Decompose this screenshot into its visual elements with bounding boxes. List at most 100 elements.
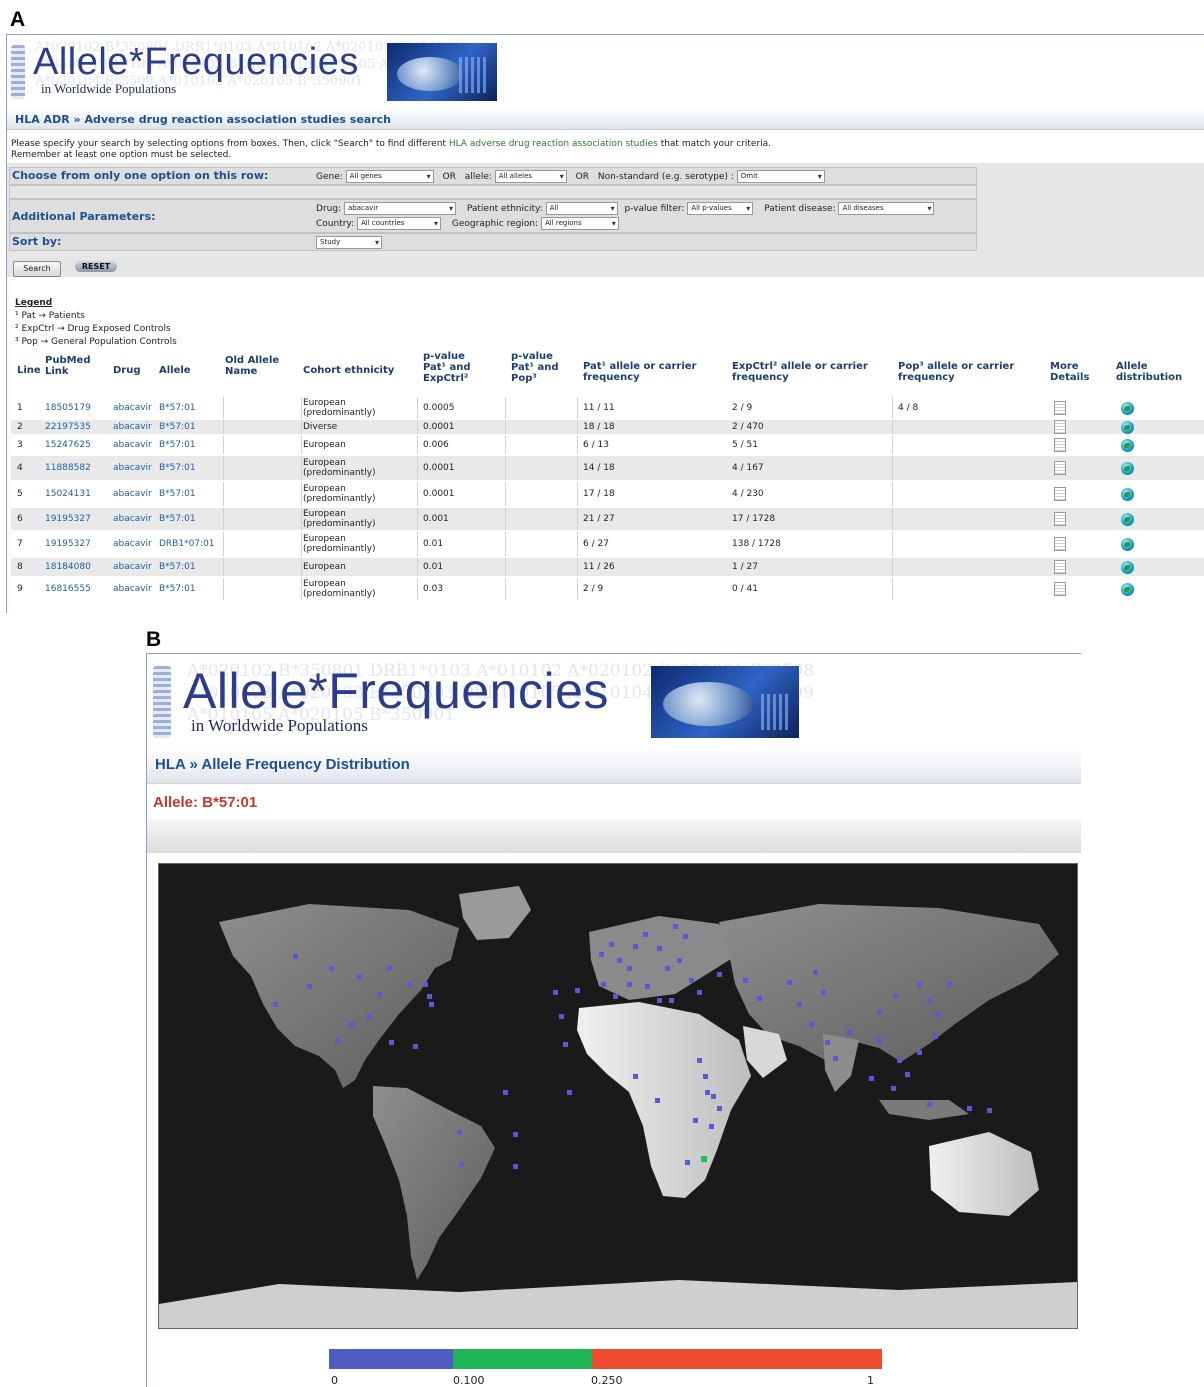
cell-drug[interactable]: abacavir <box>113 508 159 530</box>
cell-drug[interactable]: abacavir <box>113 482 159 506</box>
drug-select[interactable]: abacavir <box>343 202 456 215</box>
cell-allele[interactable]: DRB1*07:01 <box>159 532 225 556</box>
cell-pubmed[interactable]: 19195327 <box>45 532 111 556</box>
cell-allele[interactable]: B*57:01 <box>159 508 225 530</box>
cell-pubmed[interactable]: 19195327 <box>45 508 111 530</box>
more-details-button[interactable] <box>1054 456 1066 480</box>
ethnicity-select[interactable]: All <box>545 202 618 215</box>
cell-allele[interactable]: B*57:01 <box>159 397 225 419</box>
cell-allele[interactable]: B*57:01 <box>159 482 225 506</box>
more-details-button[interactable] <box>1054 482 1066 506</box>
allele-distribution-button[interactable] <box>1121 508 1134 530</box>
form-row-one-option: Choose from only one option on this row:… <box>9 167 977 185</box>
frequency-marker <box>407 982 412 987</box>
cell-patf: 6 / 13 <box>583 440 609 450</box>
disease-label: Patient disease: <box>764 204 836 214</box>
frequency-marker <box>633 944 638 949</box>
cell-pubmed[interactable]: 11888582 <box>45 456 111 480</box>
frequency-marker <box>869 1076 874 1081</box>
site-logo-title[interactable]: Allele*Frequencies <box>183 662 609 720</box>
frequency-marker <box>705 1090 710 1095</box>
cell-allele[interactable]: B*57:01 <box>159 436 225 454</box>
pvalue-select[interactable]: All p-values <box>687 202 754 215</box>
allele-distribution-button[interactable] <box>1121 456 1134 480</box>
region-select[interactable]: All regions <box>540 217 619 230</box>
table-row: 2 22197535 abacavir B*57:01 Diverse 0.0001 18 … <box>11 420 1204 434</box>
country-select[interactable]: All countries <box>357 217 442 230</box>
cell-pv1: 0.01 <box>423 562 444 572</box>
gene-select[interactable]: All genes <box>345 170 434 183</box>
frequency-marker <box>917 1050 922 1055</box>
frequency-marker <box>685 1160 690 1165</box>
search-button[interactable]: Search <box>13 261 61 277</box>
cell-pubmed[interactable]: 15024131 <box>45 482 111 506</box>
allele-distribution-button[interactable] <box>1121 558 1134 576</box>
cell-allele[interactable]: B*57:01 <box>159 420 225 434</box>
sort-by-label: Sort by: <box>12 235 62 248</box>
allele-distribution-button[interactable] <box>1121 482 1134 506</box>
more-details-button[interactable] <box>1054 508 1066 530</box>
table-row: 9 16816555 abacavir B*57:01 European (predom… <box>11 578 1204 600</box>
cell-drug[interactable]: abacavir <box>113 578 159 600</box>
cell-pubmed[interactable]: 22197535 <box>45 420 111 434</box>
world-distribution-map[interactable] <box>158 863 1078 1329</box>
frequency-marker <box>717 972 722 977</box>
cell-drug[interactable]: abacavir <box>113 420 159 434</box>
frequency-marker <box>697 1058 702 1063</box>
cell-drug[interactable]: abacavir <box>113 456 159 480</box>
more-details-button[interactable] <box>1054 436 1066 454</box>
allele-distribution-button[interactable] <box>1121 397 1134 419</box>
instructions-note: Remember at least one option must be sel… <box>11 150 232 160</box>
cell-drug[interactable]: abacavir <box>113 532 159 556</box>
breadcrumb[interactable]: HLA » Allele Frequency Distribution <box>155 756 410 773</box>
reset-button[interactable]: RESET <box>75 261 117 272</box>
more-details-button[interactable] <box>1054 532 1066 556</box>
cell-expf: 0 / 41 <box>732 584 758 594</box>
cell-cohort: European <box>303 562 346 572</box>
dna-helix-icon <box>153 666 171 738</box>
cell-popf <box>898 578 1048 600</box>
more-details-button[interactable] <box>1054 578 1066 600</box>
cell-pv1: 0.01 <box>423 539 444 549</box>
frequency-marker <box>927 1102 932 1107</box>
cell-pv1: 0.006 <box>423 440 449 450</box>
frequency-marker <box>617 958 622 963</box>
cell-allele[interactable]: B*57:01 <box>159 456 225 480</box>
cell-allele[interactable]: B*57:01 <box>159 558 225 576</box>
allele-distribution-button[interactable] <box>1121 532 1134 556</box>
sort-select[interactable]: Study <box>316 236 382 249</box>
frequency-marker <box>693 1118 698 1123</box>
cell-pubmed[interactable]: 16816555 <box>45 578 111 600</box>
pvalue-label: p-value filter: <box>624 204 685 214</box>
allele-distribution-button[interactable] <box>1121 436 1134 454</box>
world-map-svg <box>159 886 1077 1328</box>
cell-pubmed[interactable]: 18505179 <box>45 397 111 419</box>
cell-drug[interactable]: abacavir <box>113 397 159 419</box>
indonesia-shape <box>879 1100 969 1120</box>
site-logo-title[interactable]: Allele*Frequencies <box>33 41 359 84</box>
dna-helix-icon <box>11 45 25 99</box>
more-details-button[interactable] <box>1054 558 1066 576</box>
form-row-spacer <box>9 185 977 199</box>
frequency-marker <box>377 992 382 997</box>
cell-pubmed[interactable]: 18184080 <box>45 558 111 576</box>
nonstandard-select[interactable]: Omit <box>736 170 825 183</box>
cell-allele[interactable]: B*57:01 <box>159 578 225 600</box>
frequency-marker <box>349 1022 354 1027</box>
allele-distribution-button[interactable] <box>1121 578 1134 600</box>
cell-pv1: 0.0005 <box>423 403 455 413</box>
more-details-button[interactable] <box>1054 397 1066 419</box>
allele-select[interactable]: All alleles <box>494 170 567 183</box>
more-details-button[interactable] <box>1054 420 1066 434</box>
cell-drug[interactable]: abacavir <box>113 558 159 576</box>
cell-old <box>227 482 303 506</box>
cell-cohort: European (predominantly) <box>303 458 376 478</box>
breadcrumb[interactable]: HLA ADR » Adverse drug reaction associat… <box>15 113 391 126</box>
cell-pubmed[interactable]: 15247625 <box>45 436 111 454</box>
adr-studies-link[interactable]: HLA adverse drug reaction association st… <box>449 139 658 149</box>
cell-popf: 4 / 8 <box>898 403 919 413</box>
disease-select[interactable]: All diseases <box>838 202 935 215</box>
cell-drug[interactable]: abacavir <box>113 436 159 454</box>
allele-distribution-button[interactable] <box>1121 420 1134 434</box>
frequency-marker <box>703 1074 708 1079</box>
